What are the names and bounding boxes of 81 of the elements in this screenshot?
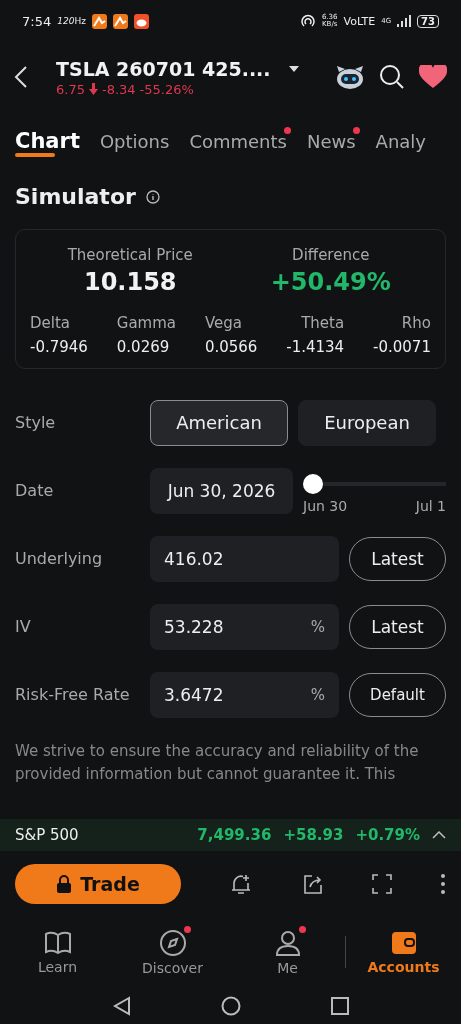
book-icon	[43, 929, 72, 956]
compass-icon	[158, 928, 187, 957]
slider-thumb[interactable]	[303, 473, 323, 494]
app-icon	[112, 13, 128, 29]
style-option[interactable]: European	[298, 399, 436, 446]
slider-start-label: Jun 30	[303, 497, 348, 514]
greek-label: Delta	[30, 314, 71, 332]
input-field[interactable]: 3.6472 %	[150, 671, 339, 718]
greek-value: -0.0071	[373, 338, 431, 356]
tab[interactable]: Comments	[189, 130, 287, 152]
more-icon[interactable]	[440, 873, 446, 895]
heart-icon[interactable]	[419, 65, 447, 89]
greek-value: 0.0566	[204, 338, 258, 356]
date-field[interactable]: Jun 30, 2026	[150, 467, 293, 514]
greek-value: -0.7946	[30, 338, 88, 356]
home-nav-icon[interactable]	[220, 995, 241, 1016]
nav-tab[interactable]: Learn	[0, 928, 115, 976]
contract-title[interactable]: TSLA 260701 425....	[56, 57, 271, 80]
volte-label: VoLTE	[343, 15, 376, 27]
field-label: Date	[15, 481, 55, 500]
fullscreen-icon[interactable]	[371, 874, 392, 894]
field-label: Style	[15, 413, 57, 432]
field-label: Risk-Free Rate	[15, 685, 131, 704]
index-name: S&P 500	[15, 826, 79, 844]
input-field[interactable]: 416.02	[150, 535, 339, 582]
field-value: 53.228	[164, 616, 225, 637]
hotspot-icon	[299, 13, 316, 29]
person-icon	[274, 928, 301, 957]
difference-value: +50.49%	[270, 268, 391, 296]
theoretical-price: 10.158	[83, 268, 177, 296]
search-icon[interactable]	[379, 64, 405, 90]
greek-label: Gamma	[116, 314, 176, 332]
share-icon[interactable]	[301, 873, 324, 895]
greek-value: -1.4134	[286, 338, 345, 356]
slider-end-label: Jul 1	[415, 497, 446, 514]
metric-label: Theoretical Price	[67, 246, 193, 264]
app-icon	[91, 13, 107, 29]
clock: 7:54	[22, 13, 52, 29]
unit-label: %	[310, 685, 325, 704]
field-value: 416.02	[164, 548, 225, 569]
battery-level: 73	[417, 14, 439, 28]
metric-label: Difference	[292, 246, 370, 264]
tab[interactable]: Analy	[375, 130, 426, 152]
lock-icon	[56, 875, 73, 893]
back-icon[interactable]	[14, 65, 28, 89]
refresh-rate: 120Hz	[57, 16, 86, 26]
price-change: -8.34	[101, 81, 136, 97]
trade-button[interactable]: Trade	[15, 864, 181, 904]
greek-label: Vega	[204, 314, 242, 332]
index-percent: +0.79%	[355, 826, 420, 844]
wallet-icon	[390, 929, 417, 956]
field-value: 3.6472	[164, 684, 225, 705]
chevron-up-icon[interactable]	[432, 831, 446, 839]
robot-icon[interactable]	[335, 64, 365, 90]
greek-label: Theta	[301, 314, 345, 332]
disclaimer-text: We strive to ensure the accuracy and reliability of the provided information but cannot guarantee it. This	[15, 741, 420, 782]
style-option[interactable]: American	[150, 399, 288, 446]
dropdown-caret-icon[interactable]	[288, 65, 299, 72]
greek-label: Rho	[401, 314, 431, 332]
nav-tab[interactable]: Accounts	[346, 928, 461, 976]
index-price: 7,499.36	[197, 826, 272, 844]
input-field[interactable]: 53.228 %	[150, 603, 339, 650]
index-ticker-bar[interactable]: S&P 500 7,499.36 +58.93 +0.79%	[0, 819, 461, 851]
field-label: Underlying	[15, 549, 104, 568]
nav-tab[interactable]: Me	[230, 927, 345, 977]
robot-app-icon	[133, 13, 149, 29]
greek-value: 0.0269	[116, 338, 170, 356]
down-arrow-icon	[88, 83, 98, 95]
back-nav-icon[interactable]	[112, 995, 131, 1016]
recents-nav-icon[interactable]	[330, 996, 349, 1015]
signal-icon	[397, 15, 412, 27]
info-icon[interactable]	[145, 189, 160, 204]
nav-tab[interactable]: Discover	[115, 927, 230, 977]
tab[interactable]: News	[306, 130, 356, 152]
index-change: +58.93	[283, 826, 344, 844]
unit-label: %	[310, 617, 325, 636]
tab[interactable]: Options	[99, 130, 170, 152]
percent-change: -55.26%	[139, 81, 194, 97]
field-label: IV	[15, 617, 32, 636]
last-price: 6.75	[56, 81, 85, 97]
section-title: Simulator	[15, 184, 136, 209]
